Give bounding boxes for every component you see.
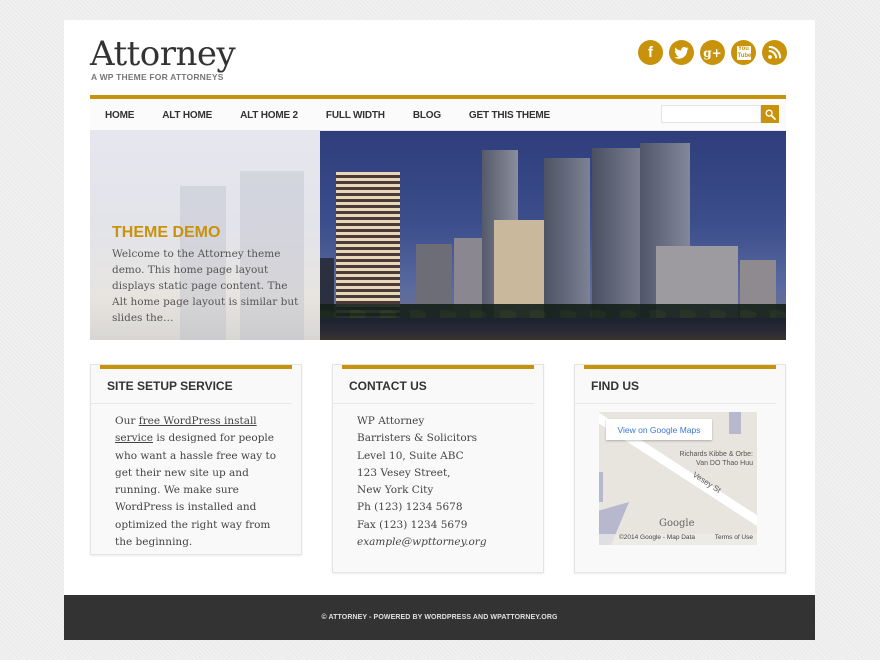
widget-title: SITE SETUP SERVICE — [91, 365, 292, 404]
poi-line: Richards Kibbe & Orbe: — [679, 451, 753, 458]
map-poi-label: Richards Kibbe & Orbe: Van DO Thao Huu — [679, 450, 753, 468]
terms-of-use-link[interactable]: Terms of Use — [715, 534, 753, 545]
building — [336, 172, 400, 318]
google-plus-icon[interactable]: g+ — [700, 40, 725, 65]
nav-item-get-this-theme[interactable]: GET THIS THEME — [469, 110, 550, 121]
contact-line: Level 10, Suite ABC — [357, 449, 464, 462]
rss-icon[interactable] — [762, 40, 787, 65]
search-button[interactable] — [761, 105, 779, 123]
rss-glyph — [768, 46, 781, 59]
text: Our — [115, 415, 139, 427]
widget-body: Our free WordPress install service is de… — [91, 404, 301, 565]
widget-body: WP Attorney Barristers & Solicitors Leve… — [333, 404, 543, 565]
contact-line: New York City — [357, 484, 434, 497]
map-attribution: ©2014 Google - Map Data Terms of Use — [599, 534, 757, 545]
facebook-icon[interactable]: f — [638, 40, 663, 65]
site-tagline: A WP THEME FOR ATTORNEYS — [91, 72, 224, 82]
nav-item-alt-home[interactable]: ALT HOME — [162, 110, 212, 121]
google-map[interactable]: View on Google Maps Richards Kibbe & Orb… — [599, 412, 757, 545]
map-block — [729, 412, 741, 434]
hero-caption: THEME DEMO Welcome to the Attorney theme… — [112, 224, 302, 326]
nav-item-home[interactable]: HOME — [105, 110, 134, 121]
widget-title: FIND US — [575, 365, 776, 404]
social-links: f g+ You Tube — [638, 40, 787, 65]
widget-site-setup-service: SITE SETUP SERVICE Our free WordPress in… — [90, 364, 302, 555]
youtube-glyph: You Tube — [736, 45, 752, 60]
building — [592, 148, 640, 318]
contact-email[interactable]: example@wpttorney.org — [357, 534, 531, 551]
widget-contact-us: CONTACT US WP Attorney Barristers & Soli… — [332, 364, 544, 573]
view-on-google-maps-button[interactable]: View on Google Maps — [606, 419, 712, 440]
site-title[interactable]: Attorney — [90, 34, 236, 74]
nav-item-alt-home-2[interactable]: ALT HOME 2 — [240, 110, 298, 121]
map-block — [599, 472, 603, 502]
facebook-glyph: f — [648, 44, 653, 61]
site-footer: © ATTORNEY - POWERED BY WORDPRESS AND WP… — [64, 595, 815, 640]
poi-line: Van DO Thao Huu — [696, 460, 753, 467]
contact-line: WP Attorney — [357, 415, 425, 427]
contact-fax: Fax (123) 1234 5679 — [357, 518, 468, 531]
twitter-bird-glyph — [674, 46, 689, 59]
contact-line: 123 Vesey Street, — [357, 466, 451, 479]
search-icon — [764, 108, 776, 120]
google-plus-glyph: g+ — [703, 45, 722, 60]
nav-item-full-width[interactable]: FULL WIDTH — [326, 110, 385, 121]
hero-image-city-skyline — [320, 131, 786, 340]
contact-line: Barristers & Solicitors — [357, 432, 478, 445]
hero-excerpt: Welcome to the Attorney theme demo. This… — [112, 248, 299, 324]
page-container: Attorney A WP THEME FOR ATTORNEYS f g+ Y… — [64, 20, 815, 640]
widget-find-us: FIND US View on Google Maps Richards Kib… — [574, 364, 786, 573]
widget-title: CONTACT US — [333, 365, 534, 404]
widget-accent-bar — [100, 365, 292, 369]
map-copyright: ©2014 Google - Map Data — [619, 534, 695, 541]
widget-accent-bar — [584, 365, 776, 369]
footer-credits: © ATTORNEY - POWERED BY WORDPRESS AND WP… — [321, 614, 558, 621]
text: is designed for people who want a hassle… — [115, 432, 277, 549]
building — [544, 158, 590, 318]
main-navigation: HOME ALT HOME ALT HOME 2 FULL WIDTH BLOG… — [90, 95, 786, 131]
nav-item-blog[interactable]: BLOG — [413, 110, 441, 121]
youtube-icon[interactable]: You Tube — [731, 40, 756, 65]
contact-phone: Ph (123) 1234 5678 — [357, 501, 463, 514]
widget-accent-bar — [342, 365, 534, 369]
hero-title[interactable]: THEME DEMO — [112, 224, 302, 242]
hero-slider: THEME DEMO Welcome to the Attorney theme… — [90, 131, 786, 340]
hero-caption-panel: THEME DEMO Welcome to the Attorney theme… — [90, 131, 320, 340]
twitter-icon[interactable] — [669, 40, 694, 65]
search-form — [661, 105, 779, 123]
search-input[interactable] — [661, 105, 761, 123]
google-logo: Google — [659, 518, 695, 529]
river — [320, 318, 786, 340]
